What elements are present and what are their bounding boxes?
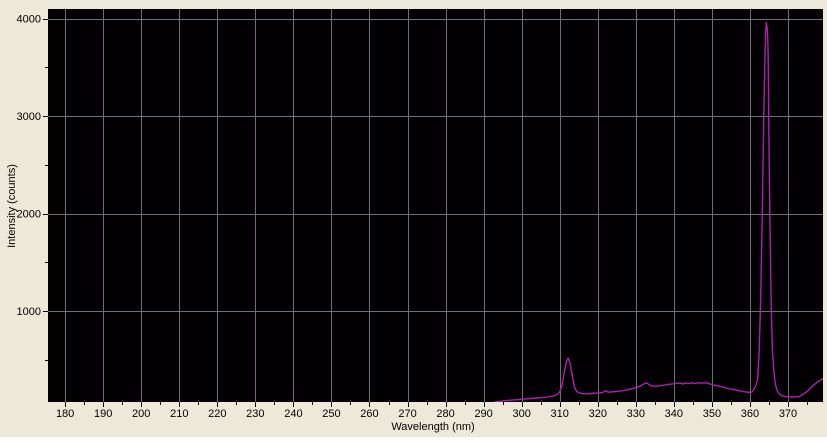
x-tick-label: 220: [208, 408, 226, 420]
x-tick-label: 200: [132, 408, 150, 420]
x-tick-label: 350: [703, 408, 721, 420]
y-tick-label: 1000: [17, 306, 41, 318]
x-tick-label: 210: [170, 408, 188, 420]
x-tick-label: 310: [551, 408, 569, 420]
x-tick-label: 330: [627, 408, 645, 420]
x-tick-label: 270: [398, 408, 416, 420]
x-tick-label: 180: [56, 408, 74, 420]
x-tick-label: 370: [779, 408, 797, 420]
x-tick-label: 250: [322, 408, 340, 420]
x-tick-label: 360: [741, 408, 759, 420]
spectrum-chart-panel: 180 190 200 210 220 230 240 250 260 270 280 290 300 3…: [0, 0, 827, 437]
x-tick-label: 230: [246, 408, 264, 420]
x-tick-label: 190: [94, 408, 112, 420]
x-tick-label: 240: [284, 408, 302, 420]
x-tick-label: 280: [436, 408, 454, 420]
y-tick-label: 4000: [17, 14, 41, 26]
y-tick-label: 3000: [17, 111, 41, 123]
x-tick-label: 340: [665, 408, 683, 420]
plot-area: [48, 9, 823, 402]
x-tick-label: 290: [474, 408, 492, 420]
y-axis-title: Intensity (counts): [6, 164, 18, 248]
spectrum-chart: 180 190 200 210 220 230 240 250 260 270 280 290 300 3…: [0, 0, 827, 437]
x-tick-label: 320: [589, 408, 607, 420]
x-tick-label: 260: [360, 408, 378, 420]
y-tick-label: 2000: [17, 209, 41, 221]
x-tick-label: 300: [512, 408, 530, 420]
x-axis-title: Wavelength (nm): [391, 421, 474, 433]
